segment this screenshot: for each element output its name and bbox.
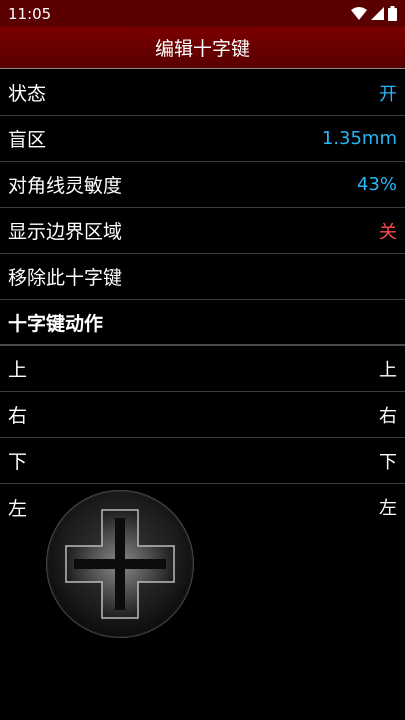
setting-label: 显示边界区域 [8,221,123,243]
action-label: 下 [8,451,28,473]
action-label: 左 [8,497,28,520]
setting-label: 状态 [8,83,47,105]
action-row-right[interactable]: 右 右 [0,392,405,438]
setting-row-status[interactable]: 状态 开 [0,70,405,116]
action-label: 右 [8,405,28,427]
status-time: 11:05 [8,4,52,23]
dpad-cross [65,509,175,619]
setting-value: 1.35mm [321,128,397,149]
setting-value: 43% [356,174,397,195]
setting-value: 开 [379,83,397,105]
setting-row-deadzone[interactable]: 盲区 1.35mm [0,116,405,162]
setting-row-diagonal-sensitivity[interactable]: 对角线灵敏度 43% [0,162,405,208]
action-value: 下 [379,451,397,473]
setting-label: 盲区 [8,129,47,151]
action-value: 左 [379,498,397,519]
battery-icon [388,6,397,21]
status-bar: 11:05 [0,0,405,27]
status-icons [351,6,397,21]
app-bar: 编辑十字键 [0,27,405,69]
section-title: 十字键动作 [8,312,104,335]
dpad-icon[interactable] [46,490,194,638]
setting-row-show-boundary[interactable]: 显示边界区域 关 [0,208,405,254]
wifi-icon [351,6,367,20]
action-value: 上 [379,359,397,381]
action-row-up[interactable]: 上 上 [0,346,405,392]
setting-value: 关 [379,221,397,243]
action-row-down[interactable]: 下 下 [0,438,405,484]
remove-dpad-button[interactable]: 移除此十字键 [0,254,405,300]
setting-label: 对角线灵敏度 [8,175,123,197]
setting-label: 移除此十字键 [8,267,123,289]
signal-icon [371,7,384,20]
settings-list: 状态 开 盲区 1.35mm 对角线灵敏度 43% 显示边界区域 关 移除此十字… [0,70,405,530]
action-label: 上 [8,359,28,381]
page-title: 编辑十字键 [154,38,250,60]
action-value: 右 [379,405,397,427]
actions-section-header: 十字键动作 [0,300,405,346]
